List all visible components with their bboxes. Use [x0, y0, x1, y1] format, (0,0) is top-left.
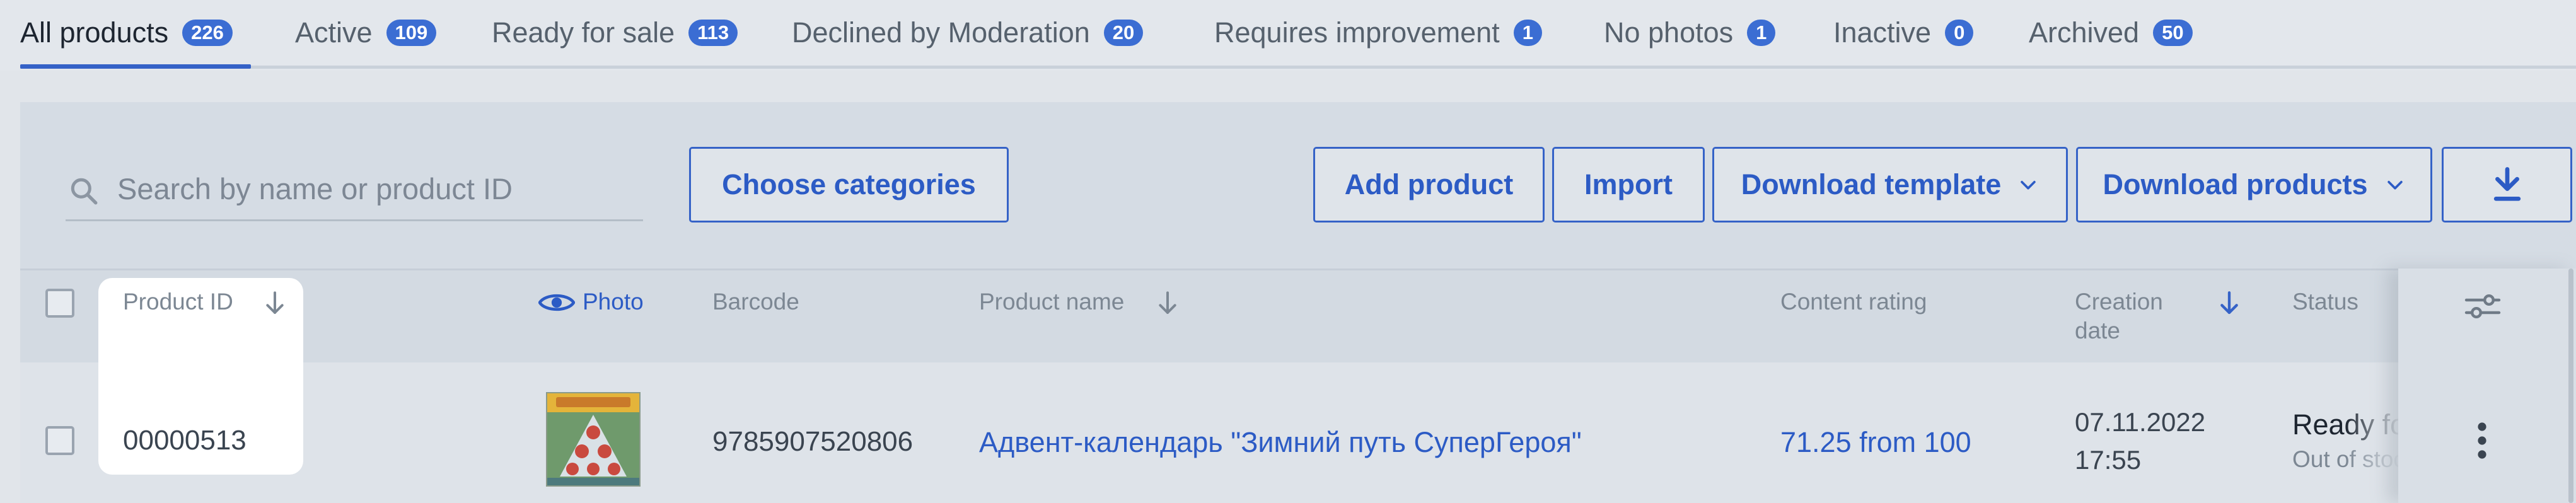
download-button[interactable] [2442, 147, 2572, 223]
tab-count-badge: 109 [386, 20, 437, 46]
chevron-down-icon [2387, 180, 2403, 190]
vertical-scrollbar[interactable] [2568, 269, 2573, 503]
tab-declined-by-moderation[interactable]: Declined by Moderation 20 [792, 0, 1144, 66]
product-photo-thumbnail[interactable] [546, 392, 641, 487]
tab-label: Requires improvement [1214, 16, 1500, 49]
product-photo-image [547, 393, 639, 485]
sliders-icon[interactable] [2464, 291, 2502, 321]
tab-all-products[interactable]: All products 226 [20, 0, 233, 66]
column-header-barcode: Barcode [712, 289, 799, 315]
column-header-status: Status [2292, 289, 2358, 315]
tab-label: Inactive [1833, 16, 1932, 49]
row-checkbox[interactable] [45, 426, 74, 455]
tab-inactive[interactable]: Inactive 0 [1833, 0, 1974, 66]
tab-count-badge: 113 [688, 20, 738, 46]
column-header-product-id[interactable]: Product ID [123, 289, 233, 315]
tab-count-badge: 20 [1103, 20, 1144, 46]
tab-count-badge: 1 [1513, 20, 1542, 46]
download-products-button[interactable]: Download products [2076, 147, 2432, 223]
barcode-cell: 9785907520806 [712, 426, 914, 457]
tab-label: All products [20, 16, 169, 49]
more-vertical-icon[interactable] [2473, 420, 2491, 461]
tab-archived[interactable]: Archived 50 [2029, 0, 2193, 66]
download-template-button[interactable]: Download template [1712, 147, 2068, 223]
add-product-button[interactable]: Add product [1313, 147, 1545, 223]
table-header [20, 269, 2576, 364]
tab-label: No photos [1604, 16, 1734, 49]
download-products-label: Download products [2103, 168, 2368, 200]
tab-label: Ready for sale [492, 16, 675, 49]
tab-requires-improvement[interactable]: Requires improvement 1 [1214, 0, 1542, 66]
creation-time-cell: 17:55 [2075, 445, 2142, 475]
status-tabs: All products 226 Active 109 Ready for sa… [0, 0, 2576, 71]
product-name-link[interactable]: Адвент-календарь "Зимний путь СуперГероя… [979, 426, 1582, 459]
column-header-photo[interactable]: Photo [583, 289, 644, 315]
download-icon [2493, 167, 2521, 201]
creation-date-cell: 07.11.2022 [2075, 407, 2206, 437]
active-tab-indicator [20, 64, 251, 69]
tab-count-badge: 50 [2153, 20, 2193, 46]
search-field[interactable] [66, 156, 643, 221]
eye-icon[interactable] [538, 291, 575, 314]
product-id-cell: 00000513 [123, 425, 247, 456]
search-icon [71, 178, 98, 205]
choose-categories-label: Choose categories [722, 168, 976, 200]
arrow-down-icon[interactable] [1155, 289, 1180, 317]
column-header-creation-date-line2: date [2075, 318, 2121, 344]
tab-ready-for-sale[interactable]: Ready for sale 113 [492, 0, 738, 66]
tab-label: Declined by Moderation [792, 16, 1090, 49]
select-all-checkbox[interactable] [45, 289, 74, 318]
tab-label: Active [295, 16, 373, 49]
tab-count-badge: 0 [1945, 20, 1974, 46]
tab-no-photos[interactable]: No photos 1 [1604, 0, 1776, 66]
column-header-content-rating: Content rating [1780, 289, 1927, 315]
column-header-creation-date[interactable]: Creation [2075, 289, 2163, 315]
tab-count-badge: 226 [182, 20, 233, 46]
search-input[interactable] [116, 169, 635, 208]
tab-count-badge: 1 [1747, 20, 1776, 46]
choose-categories-button[interactable]: Choose categories [689, 147, 1009, 223]
arrow-down-icon[interactable] [262, 289, 287, 317]
import-label: Import [1584, 168, 1673, 200]
tab-label: Archived [2029, 16, 2140, 49]
import-button[interactable]: Import [1552, 147, 1705, 223]
column-header-product-name[interactable]: Product name [979, 289, 1124, 315]
download-template-label: Download template [1741, 168, 2002, 200]
add-product-label: Add product [1344, 168, 1514, 200]
tab-active[interactable]: Active 109 [295, 0, 437, 66]
status-column-fade [2345, 362, 2402, 503]
chevron-down-icon [2021, 180, 2036, 190]
tabs-divider [20, 66, 2576, 69]
content-rating-link[interactable]: 71.25 from 100 [1780, 426, 1971, 459]
arrow-down-icon[interactable] [2217, 289, 2242, 317]
